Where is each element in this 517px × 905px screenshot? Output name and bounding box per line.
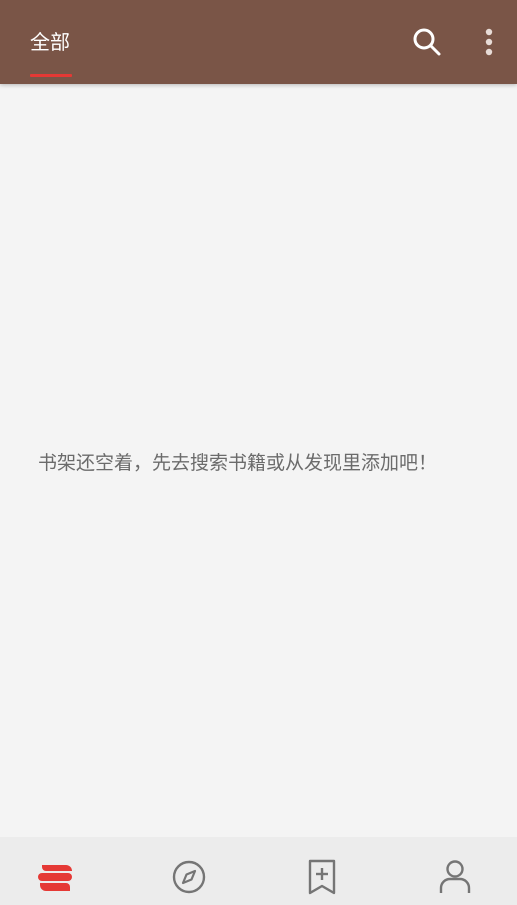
bookshelf-icon [38, 865, 72, 891]
more-options-button[interactable] [473, 26, 505, 58]
empty-bookshelf-message: 书架还空着，先去搜索书籍或从发现里添加吧！ [38, 452, 438, 474]
nav-profile[interactable] [435, 857, 475, 897]
nav-discover[interactable] [169, 857, 209, 897]
top-app-bar: 全部 [0, 0, 517, 84]
tab-all[interactable]: 全部 [30, 28, 70, 56]
tab-indicator [30, 74, 72, 77]
nav-subscription[interactable] [302, 857, 342, 897]
more-vertical-icon [485, 28, 493, 56]
search-icon [413, 28, 441, 56]
nav-bookshelf[interactable] [36, 857, 76, 897]
bottom-navigation [0, 837, 517, 905]
bookmark-add-icon [308, 859, 336, 895]
compass-icon [172, 860, 206, 894]
person-icon [439, 860, 471, 893]
search-button[interactable] [411, 26, 443, 58]
